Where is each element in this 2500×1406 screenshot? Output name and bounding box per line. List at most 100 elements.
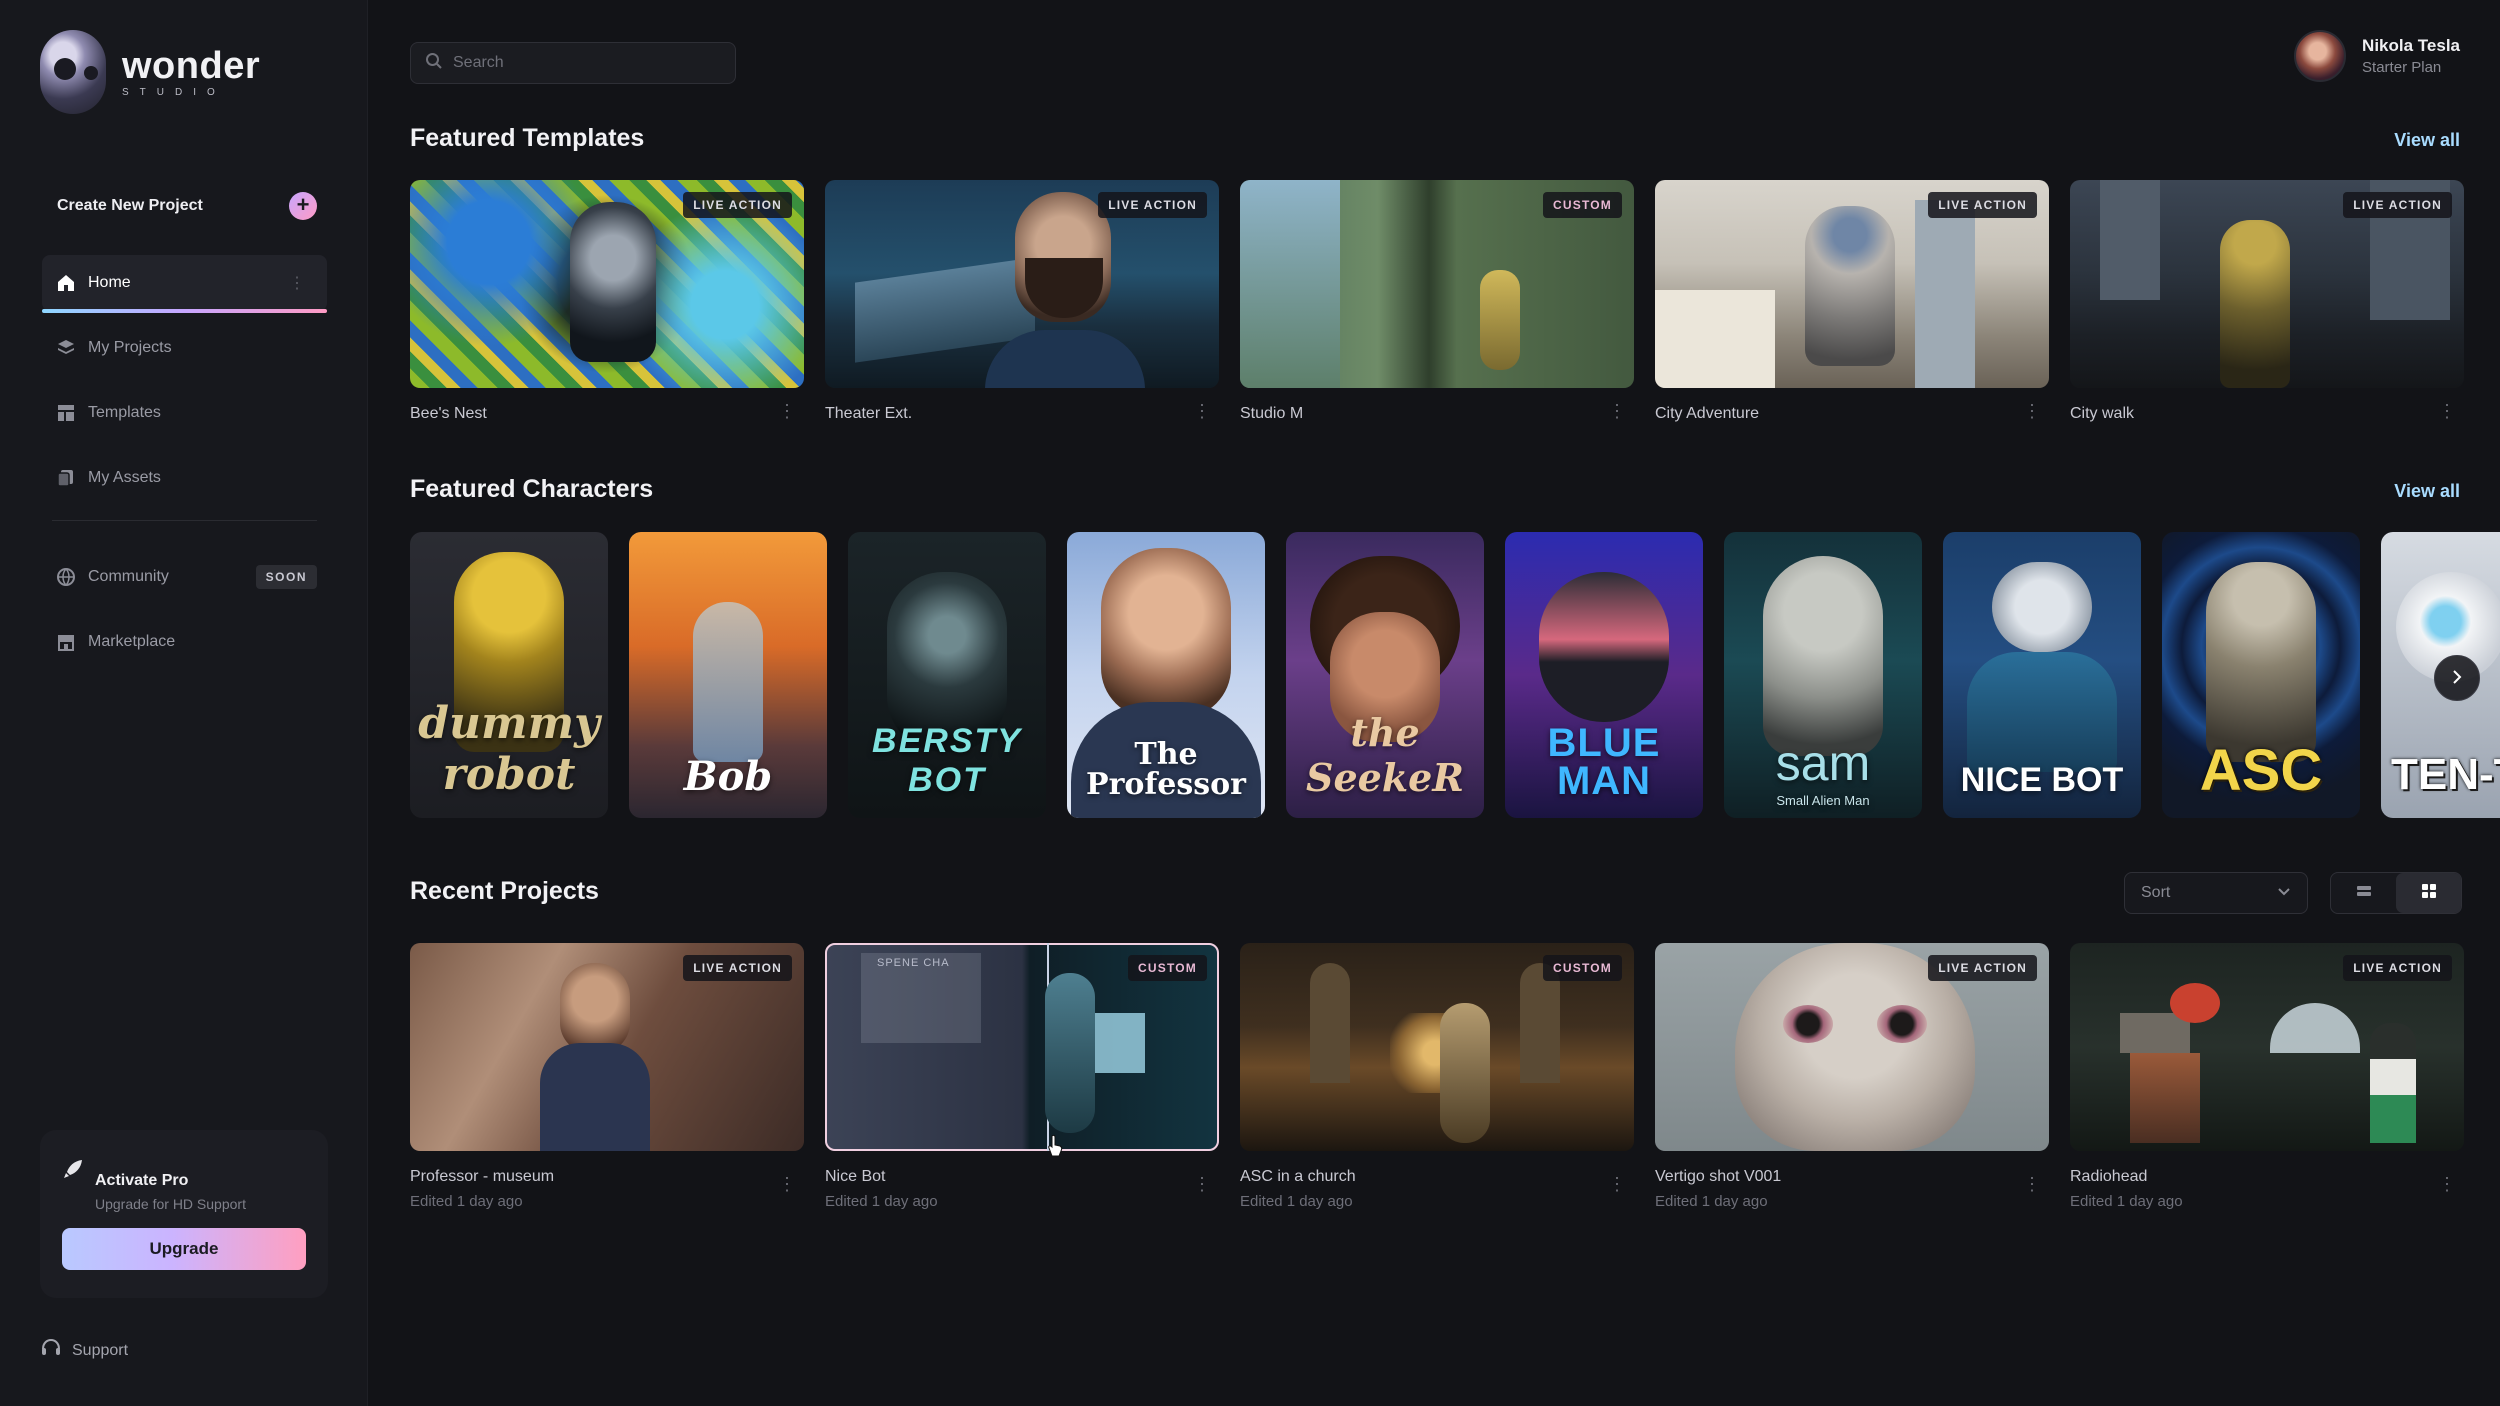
sidebar-item-home[interactable]: Home ⋮ [42,255,327,313]
search-input[interactable] [453,54,713,72]
sidebar-item-community[interactable]: Community SOON [42,549,327,605]
sidebar-item-label: My Assets [88,469,161,486]
project-thumbnail[interactable]: LIVE ACTION [410,943,804,1151]
search-bar[interactable] [410,42,736,84]
template-thumbnail[interactable]: CUSTOM [1240,180,1634,388]
more-options-icon[interactable]: ⋮ [1193,1175,1211,1193]
character-card[interactable]: The Professor [1067,532,1265,818]
more-options-icon[interactable]: ⋮ [778,1175,796,1193]
more-options-icon[interactable]: ⋮ [778,402,796,420]
character-card[interactable]: Bob [629,532,827,818]
chevron-right-icon [2449,665,2465,691]
sky-panel [1240,180,1340,388]
character-card[interactable]: BLUE MAN [1505,532,1703,818]
character-figure [693,602,763,762]
template-title: City Adventure [1655,405,1760,422]
project-badge: CUSTOM [1128,955,1207,981]
character-name: ASC [2199,738,2323,803]
template-card[interactable]: LIVE ACTION City Adventure ⋮ [1655,180,2049,423]
character-card[interactable]: sam Small Alien Man [1724,532,1922,818]
project-card[interactable]: SPENE CHA CUSTOM Nice Bot Edited 1 day a… [825,943,1219,1210]
upgrade-button[interactable]: Upgrade [62,1228,306,1270]
dummy-figure [2220,220,2290,388]
template-thumbnail[interactable]: LIVE ACTION [825,180,1219,388]
project-card[interactable]: CUSTOM ASC in a church Edited 1 day ago … [1240,943,1634,1210]
project-thumbnail[interactable]: SPENE CHA CUSTOM [825,943,1219,1151]
sidebar-item-label: Home [88,274,131,291]
character-card[interactable]: the SeekeR [1286,532,1484,818]
person-figure [2370,1023,2416,1143]
home-icon [56,273,76,293]
more-options-icon[interactable]: ⋮ [1608,402,1626,420]
plus-icon[interactable]: + [289,192,317,220]
more-options-icon[interactable]: ⋮ [1193,402,1211,420]
template-badge: LIVE ACTION [683,192,792,218]
template-card[interactable]: LIVE ACTION Bee's Nest ⋮ [410,180,804,423]
project-edited: Edited 1 day ago [1655,1193,1768,1210]
featured-templates-view-all-link[interactable]: View all [2394,130,2460,151]
create-new-project-label: Create New Project [57,197,203,214]
more-options-icon[interactable]: ⋮ [2438,402,2456,420]
template-card[interactable]: LIVE ACTION Theater Ext. ⋮ [825,180,1219,423]
sort-dropdown[interactable]: Sort [2124,872,2308,914]
more-options-icon[interactable]: ⋮ [2023,1175,2041,1193]
sort-label: Sort [2141,884,2171,901]
user-menu[interactable]: Nikola Tesla Starter Plan [2294,30,2460,82]
logo-subtitle: STUDIO [122,86,226,98]
arch-window [1310,963,1350,1083]
sidebar-divider [52,520,317,521]
template-thumbnail[interactable]: LIVE ACTION [410,180,804,388]
sidebar-item-label: Templates [88,404,161,421]
template-thumbnail[interactable]: LIVE ACTION [2070,180,2464,388]
character-card[interactable]: ASC [2162,532,2360,818]
project-card[interactable]: LIVE ACTION Professor - museum Edited 1 … [410,943,804,1210]
layers-icon [56,338,76,358]
mouse-cursor-icon [1048,1134,1064,1158]
template-thumbnail[interactable]: LIVE ACTION [1655,180,2049,388]
carousel-next-button[interactable] [2434,655,2480,701]
sidebar-item-my-assets[interactable]: My Assets [42,450,327,506]
more-options-icon[interactable]: ⋮ [2438,1175,2456,1193]
user-name: Nikola Tesla [2362,36,2460,55]
support-link[interactable]: Support [40,1337,128,1364]
sidebar-item-my-projects[interactable]: My Projects [42,320,327,376]
project-card[interactable]: LIVE ACTION Radiohead Edited 1 day ago ⋮ [2070,943,2464,1210]
store-icon [56,632,76,652]
character-name: BERSTY BOT [872,722,1022,799]
robot-figure [570,202,656,362]
template-card[interactable]: CUSTOM Studio M ⋮ [1240,180,1634,423]
view-toggle [2330,872,2462,914]
sidebar-item-marketplace[interactable]: Marketplace [42,614,327,670]
create-new-project-button[interactable]: Create New Project + [57,192,317,220]
avatar[interactable] [2294,30,2347,82]
globe-icon [56,567,76,587]
project-thumbnail[interactable]: LIVE ACTION [2070,943,2464,1151]
character-figure [1539,572,1669,722]
project-title: Professor - museum [410,1168,555,1185]
list-view-button[interactable] [2331,873,2396,913]
character-name: The Professor [1086,737,1246,802]
sidebar-item-templates[interactable]: Templates [42,385,327,441]
activate-pro-title: Activate Pro [95,1172,189,1189]
more-options-icon[interactable]: ⋮ [289,273,305,293]
logo[interactable]: wonder STUDIO [40,30,260,114]
featured-characters-view-all-link[interactable]: View all [2394,481,2460,502]
more-options-icon[interactable]: ⋮ [2023,402,2041,420]
dummy-figure [1480,270,1520,370]
character-name: Bob [683,753,773,800]
project-card[interactable]: LIVE ACTION Vertigo shot V001 Edited 1 d… [1655,943,2049,1210]
template-card[interactable]: LIVE ACTION City walk ⋮ [2070,180,2464,423]
project-thumbnail[interactable]: LIVE ACTION [1655,943,2049,1151]
alien-eye-left [1783,1005,1833,1043]
project-edited: Edited 1 day ago [410,1193,523,1210]
more-options-icon[interactable]: ⋮ [1608,1175,1626,1193]
red-helmet [2170,983,2220,1023]
template-title: Bee's Nest [410,405,487,422]
character-card[interactable]: NICE BOT [1943,532,2141,818]
building-shape [2100,180,2160,300]
character-card[interactable]: dummy robot [410,532,608,818]
character-card[interactable]: BERSTY BOT [848,532,1046,818]
grid-view-button[interactable] [2396,873,2461,913]
project-thumbnail[interactable]: CUSTOM [1240,943,1634,1151]
template-title: City walk [2070,405,2135,422]
